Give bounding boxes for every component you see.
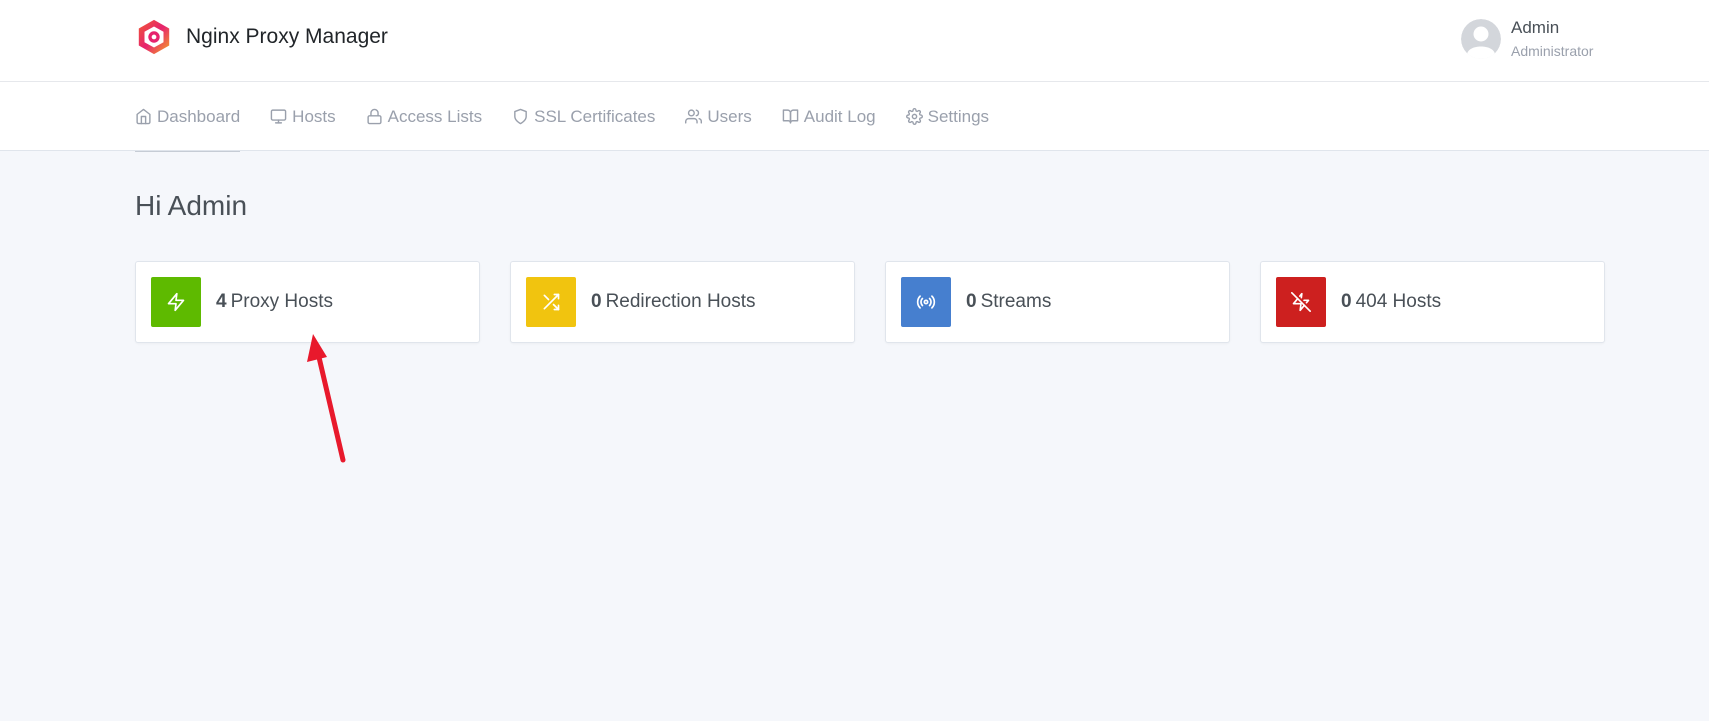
annotation-arrow-icon [307, 334, 346, 463]
